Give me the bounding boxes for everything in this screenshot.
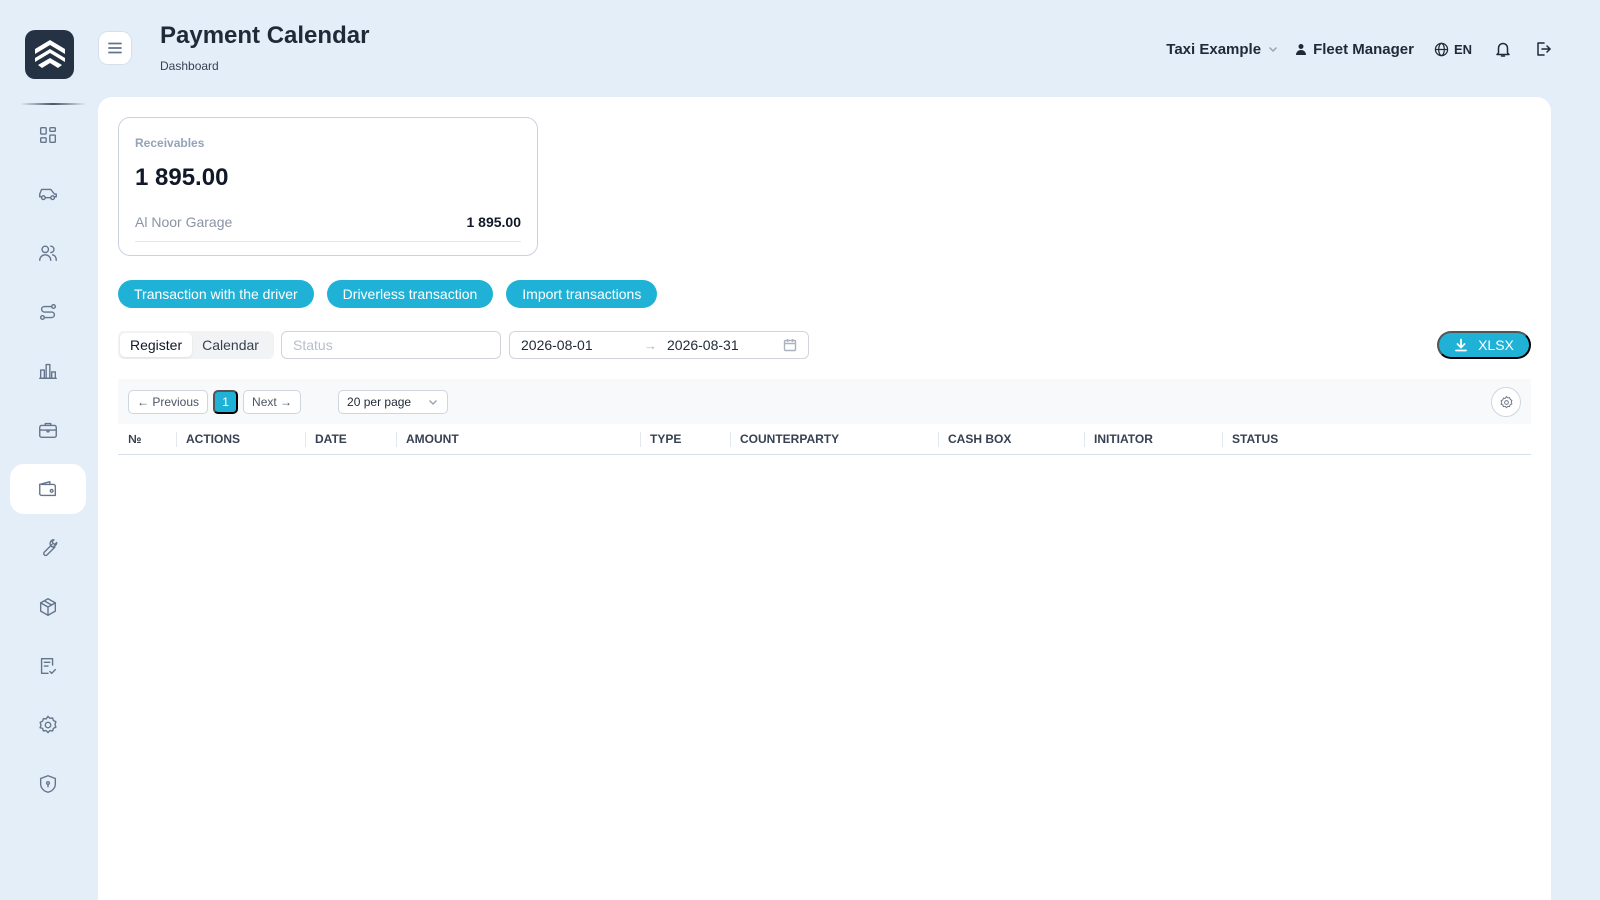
range-arrow-icon: → xyxy=(644,337,657,353)
company-selector[interactable]: Taxi Example xyxy=(1166,41,1279,58)
page-title: Payment Calendar xyxy=(160,22,370,49)
export-xlsx-button[interactable]: XLSX xyxy=(1437,331,1531,359)
sidebar-item-service[interactable] xyxy=(10,523,86,573)
globe-icon xyxy=(1434,42,1449,56)
column-header-cash-box[interactable]: CASH BOX xyxy=(938,432,1011,447)
date-to[interactable]: 2026-08-31 xyxy=(667,337,739,353)
sidebar-item-business[interactable] xyxy=(10,405,86,455)
sidebar-item-tasks[interactable] xyxy=(10,641,86,691)
receivables-total: 1 895.00 xyxy=(135,164,229,191)
pagination-bar: ← Previous 1 Next → 20 per page xyxy=(118,379,1531,424)
gear-icon xyxy=(1500,395,1512,408)
column-header-initiator[interactable]: INITIATOR xyxy=(1084,432,1153,447)
sidebar-item-drivers[interactable] xyxy=(10,228,86,278)
dashboard-icon xyxy=(39,126,57,144)
bar-chart-icon xyxy=(39,363,57,380)
main-panel: Receivables 1 895.00 Al Noor Garage 1 89… xyxy=(98,97,1551,900)
sidebar-item-security[interactable] xyxy=(10,759,86,809)
calendar-icon xyxy=(783,339,797,352)
receivables-label: Receivables xyxy=(135,136,205,150)
settings-icon xyxy=(39,715,57,734)
column-header-status[interactable]: STATUS xyxy=(1222,432,1278,447)
sidebar-item-vehicles[interactable] xyxy=(10,169,86,219)
sidebar-divider xyxy=(20,103,86,105)
app-logo[interactable] xyxy=(25,30,74,79)
sidebar-item-dashboard[interactable] xyxy=(10,110,86,160)
date-from[interactable]: 2026-08-01 xyxy=(521,337,593,353)
tab-calendar[interactable]: Calendar xyxy=(192,333,269,357)
sidebar-item-payments[interactable] xyxy=(10,464,86,514)
language-selector[interactable]: EN xyxy=(1434,42,1472,57)
column-header-counterparty[interactable]: COUNTERPARTY xyxy=(730,432,839,447)
download-icon xyxy=(1455,338,1467,352)
briefcase-icon xyxy=(39,422,57,439)
logo-icon xyxy=(34,39,65,68)
user-icon xyxy=(1296,44,1307,55)
action-buttons: Transaction with the driver Driverless t… xyxy=(118,280,658,308)
status-filter-input[interactable] xyxy=(281,331,501,359)
chevron-down-icon xyxy=(1269,46,1278,53)
users-icon xyxy=(39,245,57,262)
sidebar-item-settings[interactable] xyxy=(10,700,86,750)
column-header-number[interactable]: № xyxy=(118,432,141,446)
receivables-card: Receivables 1 895.00 Al Noor Garage 1 89… xyxy=(118,117,538,256)
wrench-icon xyxy=(43,539,58,557)
sidebar-nav xyxy=(10,110,86,818)
package-icon xyxy=(39,598,57,616)
car-icon xyxy=(39,188,57,201)
sidebar-item-reports[interactable] xyxy=(10,346,86,396)
previous-page-button[interactable]: ← Previous xyxy=(128,389,209,414)
filter-toolbar: Register Calendar 2026-08-01 → 2026-08-3… xyxy=(118,331,1531,359)
route-icon xyxy=(39,303,57,321)
receivables-row: Al Noor Garage 1 895.00 xyxy=(135,214,521,242)
per-page-select[interactable]: 20 per page xyxy=(338,389,449,414)
company-name: Taxi Example xyxy=(1166,40,1262,58)
breadcrumb[interactable]: Dashboard xyxy=(160,59,219,73)
header-controls: Taxi Example Fleet Manager EN xyxy=(1166,38,1552,60)
table-settings-button[interactable] xyxy=(1491,387,1521,417)
wallet-icon xyxy=(39,480,57,497)
column-header-date[interactable]: DATE xyxy=(305,432,347,447)
view-switcher: Register Calendar xyxy=(118,331,274,359)
checklist-icon xyxy=(40,657,57,675)
language-code: EN xyxy=(1453,41,1472,57)
date-range-picker[interactable]: 2026-08-01 → 2026-08-31 xyxy=(509,331,809,359)
driver-transaction-button[interactable]: Transaction with the driver xyxy=(118,280,314,308)
logout-icon[interactable] xyxy=(1534,40,1552,58)
user-menu[interactable]: Fleet Manager xyxy=(1295,41,1414,58)
per-page-value: 20 per page xyxy=(347,394,412,409)
bell-icon[interactable] xyxy=(1494,40,1512,58)
shield-icon xyxy=(39,775,57,793)
import-transactions-button[interactable]: Import transactions xyxy=(506,280,658,308)
counterparty-name: Al Noor Garage xyxy=(135,214,233,230)
export-label: XLSX xyxy=(1478,337,1514,353)
column-header-amount[interactable]: AMOUNT xyxy=(396,432,459,447)
driverless-transaction-button[interactable]: Driverless transaction xyxy=(326,280,494,308)
chevron-down-icon xyxy=(429,399,438,405)
column-header-type[interactable]: TYPE xyxy=(640,432,681,447)
table-header: № ACTIONS DATE AMOUNT TYPE COUNTERPARTY … xyxy=(118,424,1531,455)
next-page-button[interactable]: Next → xyxy=(243,389,302,414)
transactions-table: ← Previous 1 Next → 20 per page № ACTION… xyxy=(118,379,1531,455)
column-header-actions[interactable]: ACTIONS xyxy=(176,432,240,447)
page-1-button[interactable]: 1 xyxy=(213,389,239,414)
sidebar-item-inventory[interactable] xyxy=(10,582,86,632)
sidebar-item-routes[interactable] xyxy=(10,287,86,337)
tab-register[interactable]: Register xyxy=(120,333,193,357)
counterparty-amount: 1 895.00 xyxy=(466,214,522,230)
user-name: Fleet Manager xyxy=(1313,40,1414,58)
menu-toggle-button[interactable] xyxy=(98,31,132,65)
hamburger-icon xyxy=(108,42,122,54)
